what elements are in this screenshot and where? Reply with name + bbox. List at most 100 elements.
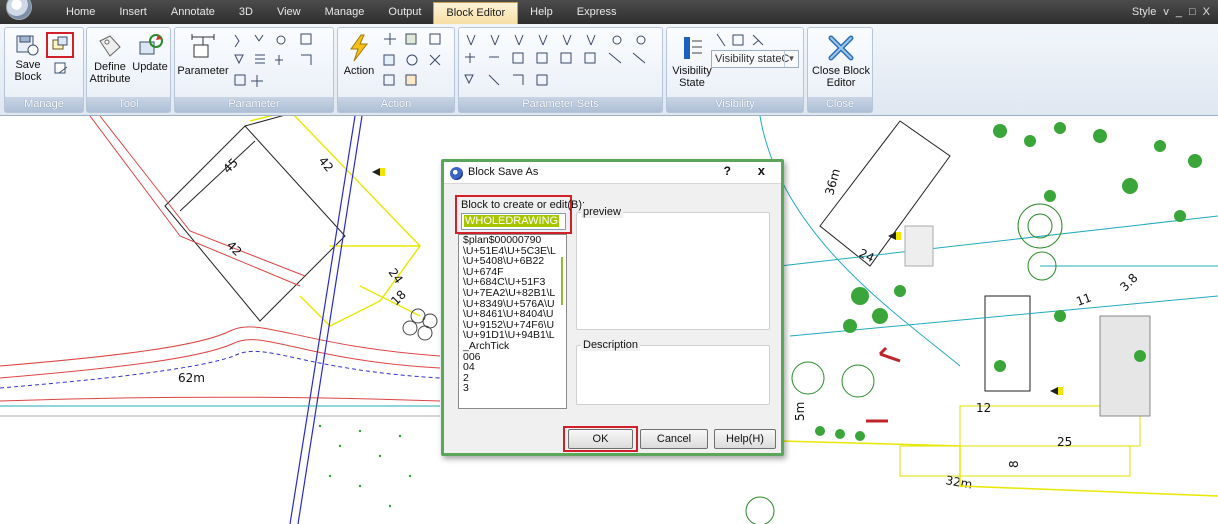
dim-45: 45 xyxy=(220,155,241,176)
parameter-label: Parameter xyxy=(177,65,229,77)
block-list-scrollbar[interactable] xyxy=(556,235,566,408)
block-list[interactable]: $plan$00000790 \U+51E4\U+5C3E\L \U+5408\… xyxy=(458,234,567,409)
visibility-state-select[interactable]: Visibility stateC ▼ xyxy=(711,50,799,68)
tab-3d[interactable]: 3D xyxy=(227,0,265,24)
close-block-editor-button[interactable]: Close Block Editor xyxy=(809,33,873,89)
define-attribute-button[interactable]: Define Attribute xyxy=(89,33,131,85)
dim-42-a: 42 xyxy=(316,154,337,175)
list-item[interactable]: 006 xyxy=(459,351,566,363)
dim-12: 12 xyxy=(976,401,991,415)
description-label: Description xyxy=(581,339,641,351)
cancel-button[interactable]: Cancel xyxy=(640,429,708,449)
panel-manage: Save Block Manage xyxy=(4,27,84,113)
tab-help[interactable]: Help xyxy=(518,0,565,24)
dim-8: 8 xyxy=(1007,460,1021,468)
dialog-titlebar[interactable]: Block Save As ? x xyxy=(444,162,781,184)
dialog-title: Block Save As xyxy=(468,166,539,178)
dropdown-arrow-icon[interactable]: ▼ xyxy=(784,51,798,67)
ribbon: Save Block Manage Define Attribute Updat… xyxy=(0,24,1218,116)
visibility-label-line2: State xyxy=(679,77,705,89)
lightning-icon xyxy=(350,34,369,62)
tab-view[interactable]: View xyxy=(265,0,313,24)
panel-title-tool: Tool xyxy=(87,97,170,112)
tab-annotate[interactable]: Annotate xyxy=(159,0,227,24)
style-menu[interactable]: Style xyxy=(1132,6,1156,18)
list-item[interactable]: $plan$00000790 xyxy=(459,235,566,246)
save-block-copy-icon[interactable] xyxy=(53,61,69,77)
save-block-button[interactable]: Save Block xyxy=(11,33,45,83)
visibility-state-icon xyxy=(684,37,702,59)
panel-title-close: Close xyxy=(808,97,872,112)
list-item[interactable]: 04 xyxy=(459,362,566,373)
dim-25: 25 xyxy=(1057,435,1072,449)
menu-tabs: Home Insert Annotate 3D View Manage Outp… xyxy=(54,0,629,27)
panel-title-action: Action xyxy=(338,97,454,112)
block-name-input[interactable]: WHOLEDRAWING xyxy=(461,213,566,230)
list-item[interactable]: 2 xyxy=(459,373,566,384)
dialog-close-button[interactable]: x xyxy=(758,163,765,178)
panel-close: Close Block Editor Close xyxy=(807,27,873,113)
panel-tool: Define Attribute Update Tool xyxy=(86,27,171,113)
dim-3-8: 3.8 xyxy=(1117,271,1140,294)
action-label: Action xyxy=(343,65,375,77)
parameter-tools-icon-grid[interactable] xyxy=(231,31,331,93)
style-chevron-icon[interactable]: v xyxy=(1163,6,1169,18)
restore-button[interactable]: □ xyxy=(1189,6,1196,18)
close-window-button[interactable]: X xyxy=(1203,6,1210,18)
parameter-button[interactable]: Parameter xyxy=(177,33,229,77)
tab-manage[interactable]: Manage xyxy=(313,0,377,24)
panel-visibility: Visibility State Visibility xyxy=(666,27,804,113)
ok-button[interactable]: OK xyxy=(568,429,633,449)
define-label-line1: Define xyxy=(94,61,126,73)
panel-parameter-sets: Parameter Sets xyxy=(458,27,663,113)
visibility-state-select-value: Visibility stateC xyxy=(715,53,790,65)
save-block-label: Save Block xyxy=(14,59,42,83)
dim-11: 11 xyxy=(1074,290,1093,308)
panel-title-parameter: Parameter xyxy=(175,97,333,112)
close-editor-x-icon xyxy=(828,35,854,61)
update-icon xyxy=(139,34,163,55)
panel-title-manage: Manage xyxy=(5,97,83,112)
block-save-as-icon[interactable] xyxy=(52,36,68,52)
preview-label: preview xyxy=(581,206,623,218)
tab-express[interactable]: Express xyxy=(565,0,629,24)
tab-output[interactable]: Output xyxy=(376,0,433,24)
menu-bar: Home Insert Annotate 3D View Manage Outp… xyxy=(0,0,1218,27)
define-label-line2: Attribute xyxy=(89,73,131,85)
minimize-button[interactable]: _ xyxy=(1176,6,1182,18)
visibility-label-line1: Visibility xyxy=(672,65,712,77)
save-block-icon xyxy=(16,35,39,56)
description-box[interactable] xyxy=(576,345,770,405)
block-name-value: WHOLEDRAWING xyxy=(464,215,560,227)
list-item[interactable]: \U+7EA2\U+82B1\L xyxy=(459,288,566,299)
dialog-app-icon xyxy=(450,167,463,180)
dim-36m: 36m xyxy=(822,167,843,197)
action-tools-icon-grid[interactable] xyxy=(380,31,452,93)
dialog-help-button[interactable]: ? xyxy=(724,164,731,178)
dim-62m: 62m xyxy=(178,371,205,385)
block-name-label: Block to create or edit(B): xyxy=(461,199,586,211)
list-item[interactable]: _ArchTick xyxy=(459,341,566,352)
update-button[interactable]: Update xyxy=(132,33,168,73)
block-save-as-dialog: Block Save As ? x Block to create or edi… xyxy=(441,159,784,456)
visibility-tools-icon-row[interactable] xyxy=(715,32,785,50)
tab-insert[interactable]: Insert xyxy=(107,0,159,24)
panel-parameter: Parameter Parameter xyxy=(174,27,334,113)
parameter-icon xyxy=(191,34,215,58)
update-label: Update xyxy=(132,61,168,73)
dim-18: 18 xyxy=(388,287,409,308)
block-list-scroll-thumb[interactable] xyxy=(561,257,563,305)
list-item[interactable]: 3 xyxy=(459,383,566,394)
dim-24-b: 24 xyxy=(857,246,877,265)
action-button[interactable]: Action xyxy=(341,33,377,77)
close-editor-label-line2: Editor xyxy=(826,77,856,89)
app-logo-icon[interactable] xyxy=(6,0,32,20)
close-editor-label-line1: Close Block xyxy=(811,65,871,77)
tab-home[interactable]: Home xyxy=(54,0,107,24)
help-button[interactable]: Help(H) xyxy=(714,429,776,449)
visibility-state-button[interactable]: Visibility State xyxy=(669,33,715,89)
parameter-sets-icon-grid[interactable] xyxy=(461,31,661,93)
panel-title-visibility: Visibility xyxy=(667,97,803,112)
window-controls: Style v _ □ X xyxy=(1132,0,1210,24)
panel-action: Action Action xyxy=(337,27,455,113)
